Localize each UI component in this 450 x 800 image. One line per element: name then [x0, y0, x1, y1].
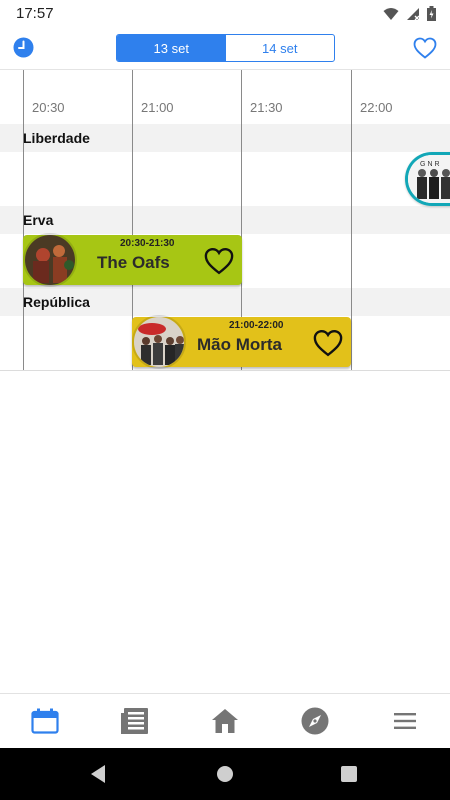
bottom-navigation: [0, 693, 450, 748]
tab-date-13-set[interactable]: 13 set: [117, 35, 226, 61]
favorites-heart-icon[interactable]: [413, 37, 437, 59]
home-circle-icon[interactable]: [217, 766, 233, 782]
schedule-timeline[interactable]: 20:30 21:00 21:30 22:00 Liberdade Erva R…: [0, 70, 450, 372]
time-label: 20:30: [32, 100, 65, 115]
band-avatar: [132, 315, 186, 369]
home-icon: [212, 709, 238, 733]
stage-name: Erva: [23, 212, 54, 228]
event-card-the-oafs[interactable]: 20:30-21:30 The Oafs: [23, 233, 242, 287]
date-segmented-control: 13 set 14 set: [116, 34, 335, 62]
menu-icon: [394, 713, 416, 729]
status-time: 17:57: [16, 5, 54, 22]
top-toolbar: 13 set 14 set: [0, 28, 450, 70]
wifi-icon: [383, 7, 399, 20]
stage-row-erva: [0, 206, 450, 234]
band-photo: GNR: [408, 155, 450, 203]
stage-name: República: [23, 294, 90, 310]
event-name: The Oafs: [97, 253, 170, 272]
recent-apps-icon[interactable]: [341, 766, 357, 782]
time-label: 22:00: [360, 100, 393, 115]
nav-schedule[interactable]: [0, 694, 90, 748]
nav-home[interactable]: [180, 694, 270, 748]
heart-icon[interactable]: [204, 247, 234, 275]
signal-icon: [407, 7, 420, 20]
nav-explore[interactable]: [270, 694, 360, 748]
event-name: Mão Morta: [197, 335, 282, 354]
logo-text: GNR: [420, 161, 442, 168]
heart-icon[interactable]: [313, 329, 343, 357]
news-icon: [121, 708, 148, 734]
band-avatar: [23, 233, 77, 287]
clock-icon[interactable]: [13, 37, 34, 58]
back-icon[interactable]: [89, 764, 107, 784]
time-label: 21:00: [141, 100, 174, 115]
event-card-mao-morta[interactable]: 21:00-22:00 Mão Morta: [132, 315, 351, 369]
time-label: 21:30: [250, 100, 283, 115]
event-time: 21:00-22:00: [229, 320, 284, 331]
compass-icon: [301, 707, 329, 735]
stage-name: Liberdade: [23, 130, 90, 146]
tab-date-14-set[interactable]: 14 set: [226, 35, 335, 61]
status-icons: [383, 6, 436, 21]
status-bar: 17:57: [0, 0, 450, 28]
time-gridline: [351, 70, 352, 370]
system-navigation-bar: [0, 748, 450, 800]
calendar-icon: [31, 708, 59, 734]
timeline-bottom-border: [0, 370, 450, 371]
battery-icon: [427, 6, 436, 21]
nav-menu[interactable]: [360, 694, 450, 748]
event-card-partial[interactable]: GNR: [405, 152, 450, 206]
nav-news[interactable]: [90, 694, 180, 748]
event-time: 20:30-21:30: [120, 238, 175, 249]
